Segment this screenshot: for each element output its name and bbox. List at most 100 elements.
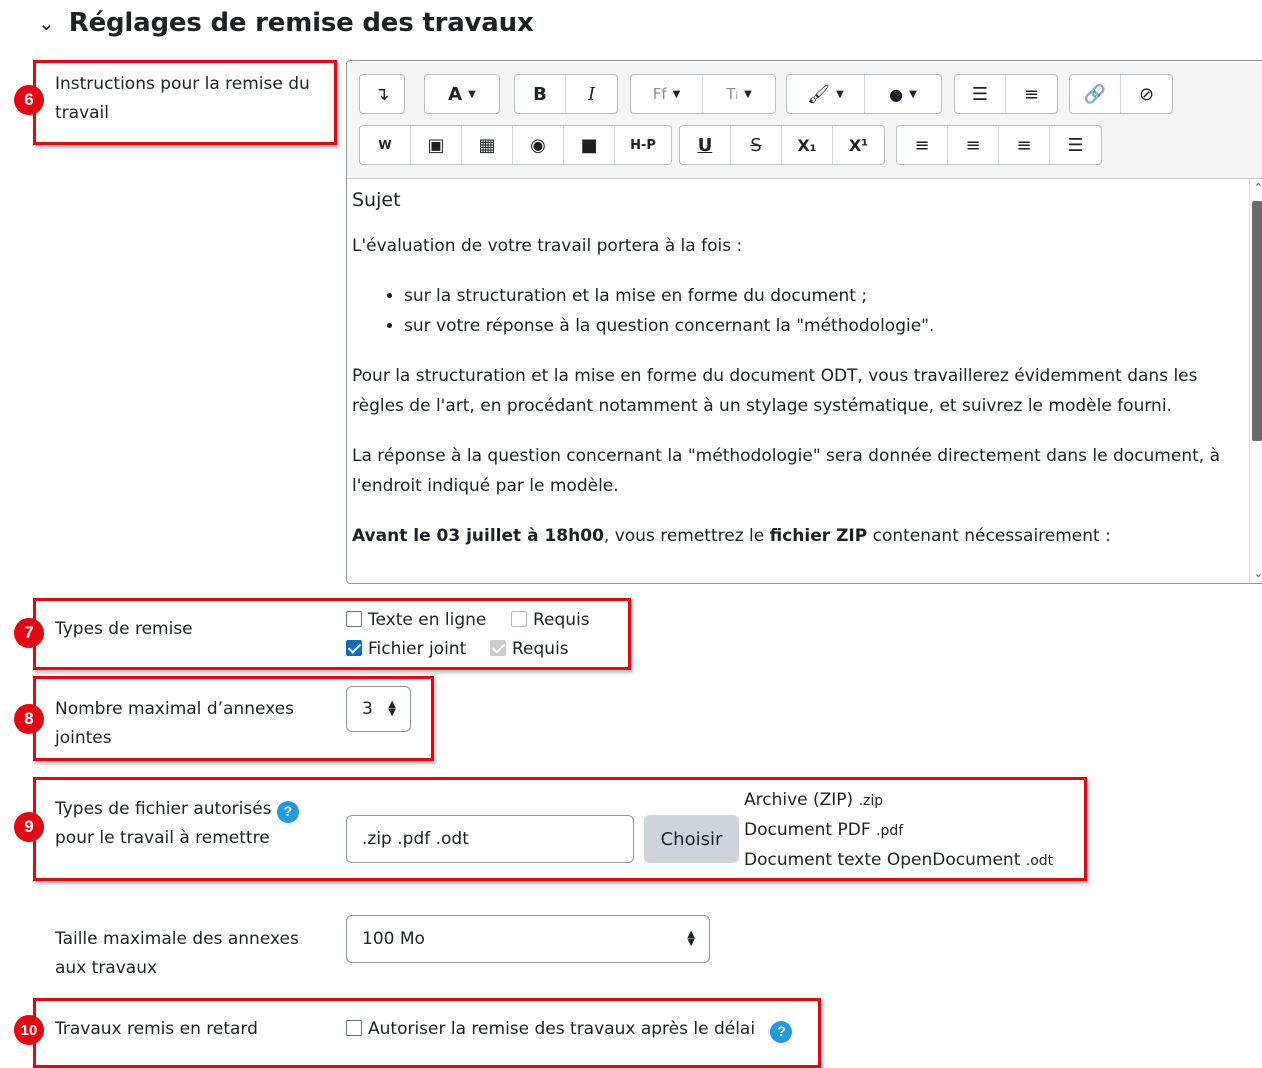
font-family-label: Ff [652,85,667,103]
file-types-label-text: Types de fichier autorisés [55,799,272,819]
annotation-marker-7: 7 [14,618,44,648]
content-paragraph-4-mid: , vous remettrez le [603,526,770,546]
link-button[interactable]: 🔗 [1070,75,1121,113]
scrollbar-thumb[interactable] [1252,201,1262,441]
align-center-icon: ≡ [965,134,981,156]
link-icon: 🔗 [1083,83,1107,105]
file-type-name: Document PDF [744,820,871,840]
annotation-marker-9: 9 [14,812,44,842]
align-right-button[interactable]: ≡ [999,126,1050,164]
rich-text-editor[interactable]: ↴ A ▼ B I Ff ▼ Tᵢ ▼ 🖌 ▼ ● ▼ ☰ ≡ 🔗 ⊘ W ▣ ▦ [346,60,1262,584]
choose-button[interactable]: Choisir [644,815,739,863]
section-header[interactable]: ⌄ Réglages de remise des travaux [38,8,534,38]
max-size-select[interactable]: 100 Mo ▲ ▼ [346,915,710,963]
caret-down-icon: ▼ [909,88,917,100]
unlink-button[interactable]: ⊘ [1121,75,1172,113]
annotation-marker-10: 10 [14,1015,44,1045]
microphone-icon: ◉ [530,134,546,156]
content-subject: Sujet [352,189,401,211]
list-item: Document texte OpenDocument .odt [744,846,1053,876]
file-submission-option[interactable]: Fichier joint [346,635,466,664]
record-video-button[interactable]: ■ [564,126,615,164]
max-size-value: 100 Mo [362,929,425,949]
list-item: Archive (ZIP) .zip [744,786,1053,816]
content-paragraph-1: L'évaluation de votre travail portera à … [352,236,743,256]
file-submission-label: Fichier joint [368,639,467,659]
word-import-button[interactable]: W [360,126,411,164]
online-text-option[interactable]: Texte en ligne [346,606,486,635]
text-color-button[interactable]: 🖌 ▼ [787,75,865,113]
help-icon[interactable]: ? [770,1020,793,1043]
submission-types-label: Types de remise [55,619,193,639]
h5p-button[interactable]: H-P [615,126,671,164]
file-required-option[interactable]: Requis [490,635,569,664]
late-submission-option[interactable]: Autoriser la remise des travaux après le… [346,1015,793,1044]
file-type-name: Document texte OpenDocument [744,850,1021,870]
online-text-required-checkbox[interactable] [511,611,527,627]
file-required-checkbox[interactable] [490,640,506,656]
file-types-input[interactable]: .zip .pdf .odt [346,815,634,863]
bold-button[interactable]: B [515,75,566,113]
updown-caret-icon: ▲ ▼ [388,699,396,718]
italic-button[interactable]: I [566,75,617,113]
video-camera-icon: ■ [580,134,598,156]
image-button[interactable]: ▣ [411,126,462,164]
file-submission-checkbox[interactable] [346,640,362,656]
file-types-label: Types de fichier autorisés ? pour le tra… [55,795,299,853]
ordered-list-button[interactable]: ≡ [1006,75,1057,113]
scroll-up-icon[interactable]: ⌃ [1254,181,1262,194]
file-types-label-line1: Types de fichier autorisés ? [55,795,299,824]
editor-scrollbar[interactable]: ⌃ ⌄ [1249,179,1262,583]
content-bullet-list: sur la structuration et la mise en forme… [352,281,1244,341]
file-type-ext: .odt [1025,853,1054,869]
highlight-button[interactable]: ● ▼ [865,75,941,113]
list-item: sur la structuration et la mise en forme… [404,281,1244,311]
toolbar-toggle-icon[interactable]: ↴ [360,75,404,113]
file-button[interactable]: ▦ [462,126,513,164]
caret-down-icon: ▼ [836,88,844,100]
scroll-down-icon[interactable]: ⌄ [1254,567,1262,580]
help-icon[interactable]: ? [276,800,299,823]
subscript-button[interactable]: X₁ [782,126,833,164]
content-paragraph-3: La réponse à la question concernant la "… [352,446,1220,496]
font-size-button[interactable]: Tᵢ ▼ [703,75,775,113]
online-text-label: Texte en ligne [368,610,487,630]
toolbar-group-style: A ▼ [424,74,500,114]
max-files-label: Nombre maximal d’annexes jointes [55,695,294,753]
toolbar-group-format: B I [514,74,618,114]
font-family-button[interactable]: Ff ▼ [631,75,703,113]
max-files-select[interactable]: 3 ▲ ▼ [346,686,411,732]
file-icon: ▦ [478,134,496,156]
caret-down-icon: ▼ [744,88,752,100]
align-justify-button[interactable]: ☰ [1050,126,1101,164]
online-text-required-option[interactable]: Requis [511,606,590,635]
superscript-button[interactable]: X¹ [833,126,884,164]
chevron-down-icon[interactable]: ⌄ [38,13,55,33]
file-type-name: Archive (ZIP) [744,790,854,810]
strikethrough-button[interactable]: S [731,126,782,164]
late-submission-checkbox-label: Autoriser la remise des travaux après le… [368,1019,756,1039]
underline-button[interactable]: U [680,126,731,164]
record-audio-button[interactable]: ◉ [513,126,564,164]
late-submission-label: Travaux remis en retard [55,1019,258,1039]
paragraph-style-label: A [448,83,463,105]
align-center-button[interactable]: ≡ [948,126,999,164]
word-icon: W [378,138,392,152]
paragraph-style-button[interactable]: A ▼ [425,75,499,113]
list-ol-icon: ≡ [1023,83,1040,105]
caret-down-icon: ▼ [672,88,681,100]
align-left-button[interactable]: ≡ [897,126,948,164]
unordered-list-button[interactable]: ☰ [955,75,1006,113]
max-files-label-line2: jointes [55,728,112,748]
toolbar-group-lists: ☰ ≡ [954,74,1058,114]
editor-content[interactable]: Sujet L'évaluation de votre travail port… [352,185,1244,571]
toolbar-group-toggle: ↴ [359,74,405,114]
max-size-label-line2: aux travaux [55,958,158,978]
align-left-icon: ≡ [914,134,930,156]
toolbar-group-text-effects: U S X₁ X¹ [679,125,885,165]
file-types-list: Archive (ZIP) .zip Document PDF .pdf Doc… [744,786,1053,876]
late-submission-checkbox[interactable] [346,1020,362,1036]
content-paragraph-4-end: contenant nécessairement : [867,526,1111,546]
online-text-checkbox[interactable] [346,611,362,627]
deadline-text: Avant le 03 juillet à 18h00 [352,526,604,546]
